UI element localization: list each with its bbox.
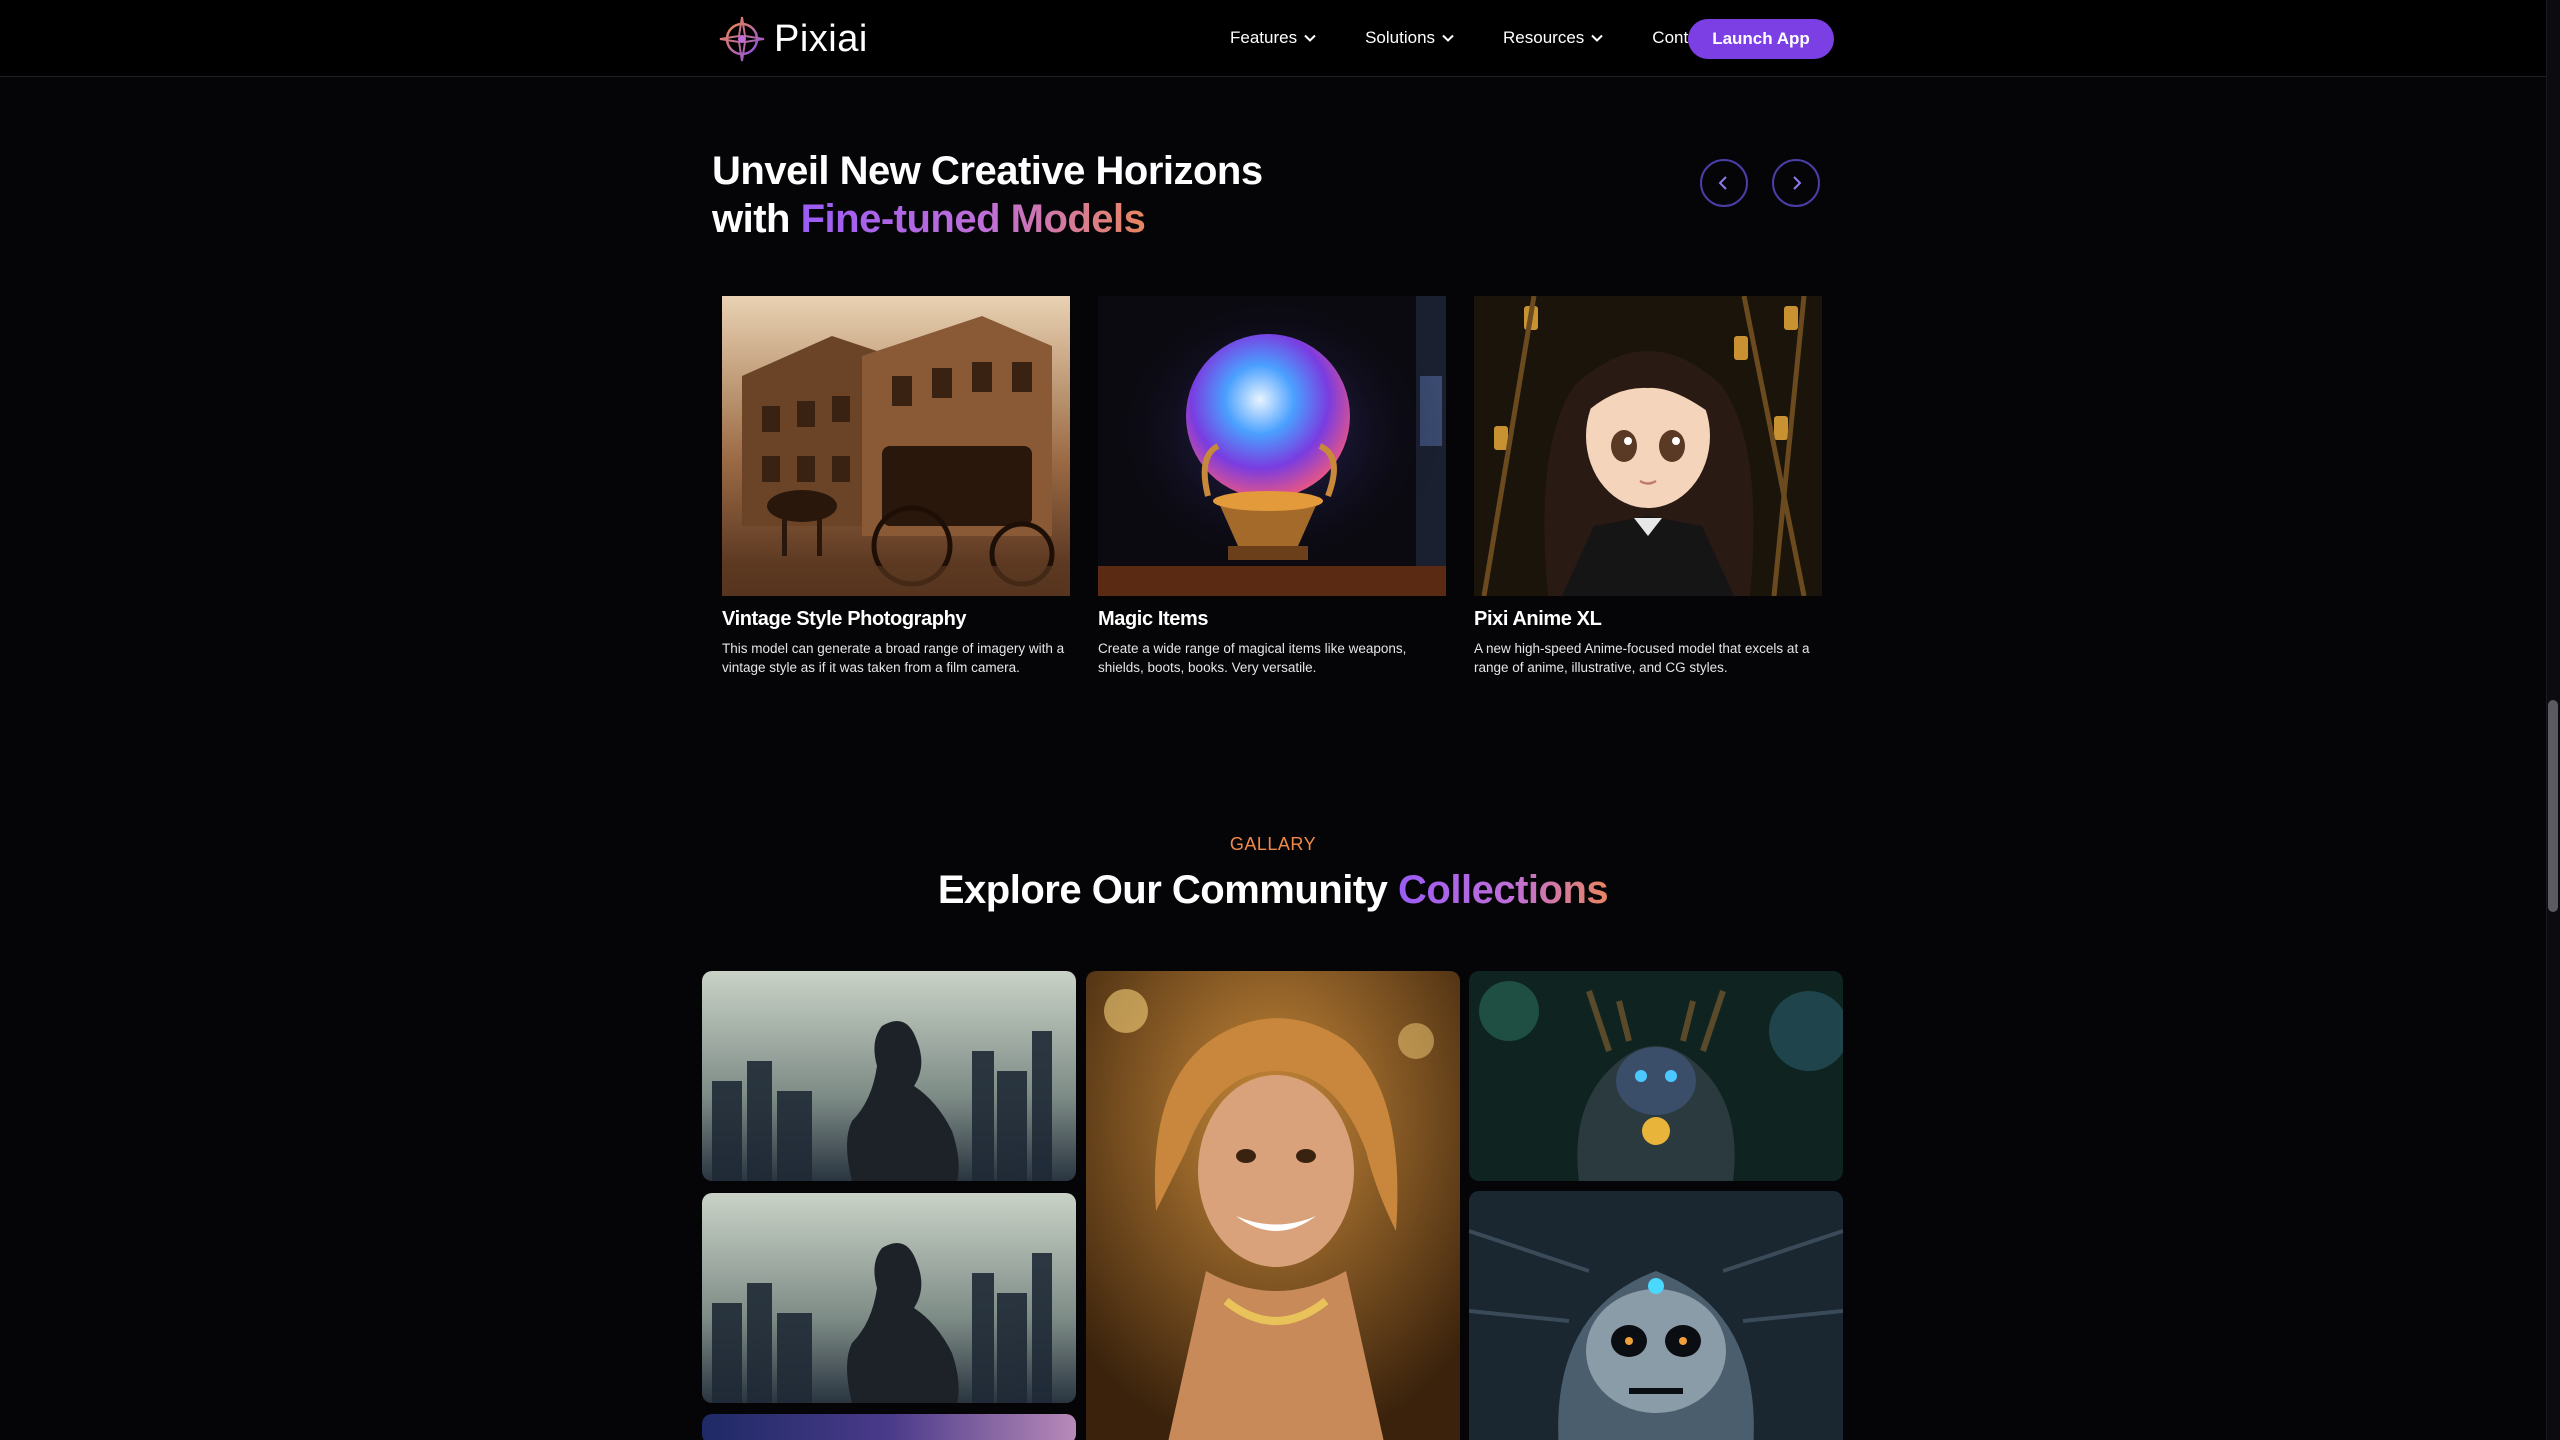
nav-resources-label: Resources	[1503, 28, 1585, 47]
model-card-description: Create a wide range of magical items lik…	[1098, 641, 1407, 675]
gallery-image-smiling-woman[interactable]	[1086, 971, 1460, 1440]
nav-resources[interactable]: Resources	[1503, 28, 1604, 48]
model-card-title: Vintage Style Photography	[722, 608, 967, 630]
scrollbar-thumb[interactable]	[2548, 700, 2558, 912]
chevron-down-icon	[1304, 34, 1316, 42]
top-navigation-bar: Pixiai Features Solutions Resources Cont…	[0, 0, 2546, 77]
gallery-title-prefix: Explore Our Community	[937, 868, 1399, 912]
chevron-down-icon	[1442, 34, 1454, 42]
page-scrollbar[interactable]	[2546, 0, 2560, 1440]
nav-features[interactable]: Features	[1230, 28, 1317, 48]
model-card-description: A new high-speed Anime-focused model tha…	[1474, 641, 1810, 675]
model-card-vintage[interactable]: Vintage Style Photography This model can…	[722, 296, 1070, 677]
pixiai-logo-icon	[719, 16, 765, 62]
models-section-title: Unveil New Creative Horizons with Fine-t…	[712, 147, 1512, 243]
gallery-image-silhouette-city[interactable]	[702, 971, 1076, 1181]
brand-name: Pixiai	[774, 17, 868, 60]
nav-features-label: Features	[1230, 28, 1298, 47]
gallery-image-forest-creature[interactable]	[1469, 971, 1843, 1181]
model-card-description: This model can generate a broad range of…	[722, 641, 1065, 675]
nav-solutions-label: Solutions	[1365, 28, 1436, 47]
nav-solutions[interactable]: Solutions	[1365, 28, 1455, 48]
gallery-image-mech-skull[interactable]	[1469, 1191, 1843, 1440]
anime-girl-image	[1474, 296, 1822, 596]
models-title-highlight: Fine-tuned Models	[800, 197, 1146, 241]
gallery-eyebrow: GALLARY	[1229, 834, 1317, 854]
gallery-image-silhouette-city-2[interactable]	[702, 1193, 1076, 1403]
main-nav: Features Solutions Resources Contact	[1230, 18, 1711, 58]
brand-logo[interactable]: Pixiai	[718, 14, 868, 64]
chevron-left-icon	[1718, 176, 1727, 190]
magic-orb-image	[1098, 296, 1446, 596]
chevron-right-icon	[1793, 176, 1802, 190]
models-title-line1: Unveil New Creative Horizons	[712, 149, 1263, 193]
model-card-anime-xl[interactable]: Pixi Anime XL A new high-speed Anime-foc…	[1474, 296, 1822, 677]
model-card-magic-items[interactable]: Magic Items Create a wide range of magic…	[1098, 296, 1446, 677]
model-card-title: Pixi Anime XL	[1474, 608, 1602, 630]
launch-app-button[interactable]: Launch App	[1688, 19, 1834, 59]
model-card-title: Magic Items	[1098, 608, 1209, 630]
chevron-down-icon	[1591, 34, 1604, 42]
carousel-prev-button[interactable]	[1700, 159, 1748, 207]
gallery-section-title: Explore Our Community Collections	[0, 868, 2546, 913]
carousel-next-button[interactable]	[1772, 159, 1820, 207]
gallery-image-night-sky[interactable]	[702, 1414, 1076, 1440]
gallery-title-highlight: Collections	[1398, 868, 1609, 912]
vintage-carriage-image	[722, 296, 1070, 596]
models-title-prefix: with	[712, 197, 801, 241]
